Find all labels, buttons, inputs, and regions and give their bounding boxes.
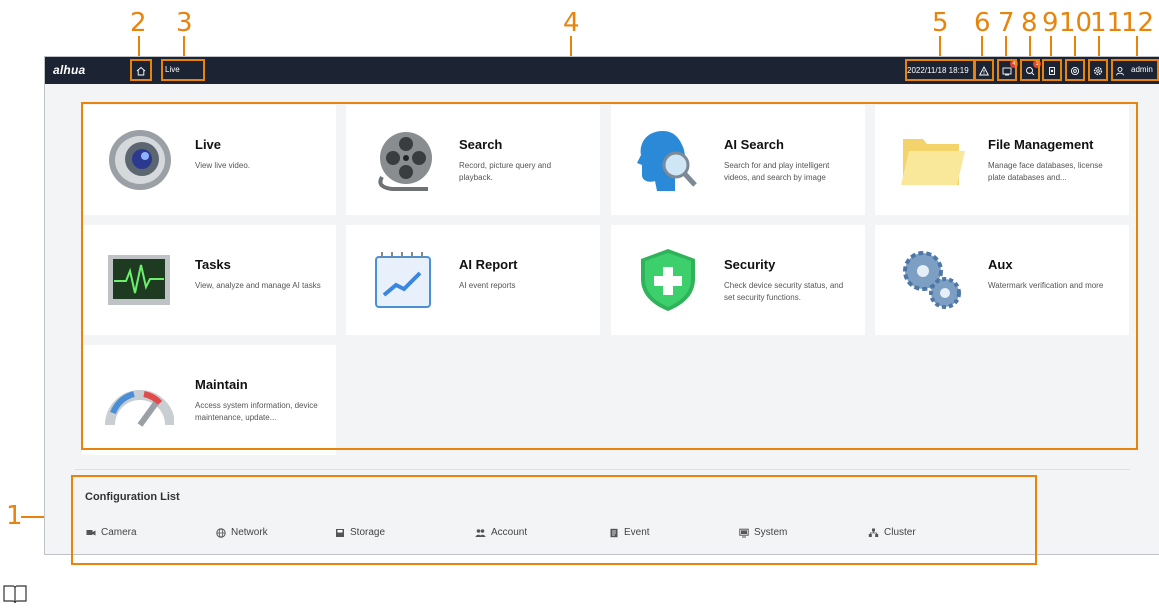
callout-8-box xyxy=(1020,59,1040,81)
brand-logo: alhua xyxy=(53,63,86,77)
callout-6-box xyxy=(974,59,994,81)
callout-12-box xyxy=(1111,59,1159,81)
callout-3: 3 xyxy=(176,8,193,38)
callout-2-box xyxy=(130,59,152,81)
callout-2: 2 xyxy=(130,8,147,38)
callout-12: 12 xyxy=(1121,8,1155,38)
app-window: alhua Live 2022/11/18 18:19 4 1 admin Li… xyxy=(44,56,1159,565)
callout-7-box xyxy=(997,59,1017,81)
callout-4-box xyxy=(81,102,1138,450)
callout-10-box xyxy=(1065,59,1085,81)
callout-10: 10 xyxy=(1059,8,1093,38)
callout-11: 11 xyxy=(1090,8,1124,38)
callout-6: 6 xyxy=(974,8,991,38)
callout-4: 4 xyxy=(563,8,580,38)
callout-9-box xyxy=(1042,59,1062,81)
callout-5: 5 xyxy=(932,8,949,38)
callout-3-box xyxy=(161,59,205,81)
callout-7: 7 xyxy=(998,8,1015,38)
callout-8: 8 xyxy=(1021,8,1038,38)
annotated-screenshot: 2 3 4 5 6 7 8 9 10 11 12 1 alhua Live 20… xyxy=(0,0,1159,608)
callout-5-box xyxy=(905,59,975,81)
divider xyxy=(75,469,1130,470)
callout-9: 9 xyxy=(1042,8,1059,38)
top-bar: alhua Live 2022/11/18 18:19 4 1 admin xyxy=(45,57,1159,84)
callout-11-box xyxy=(1088,59,1108,81)
book-icon xyxy=(3,585,27,604)
callout-1-box xyxy=(71,475,1037,565)
